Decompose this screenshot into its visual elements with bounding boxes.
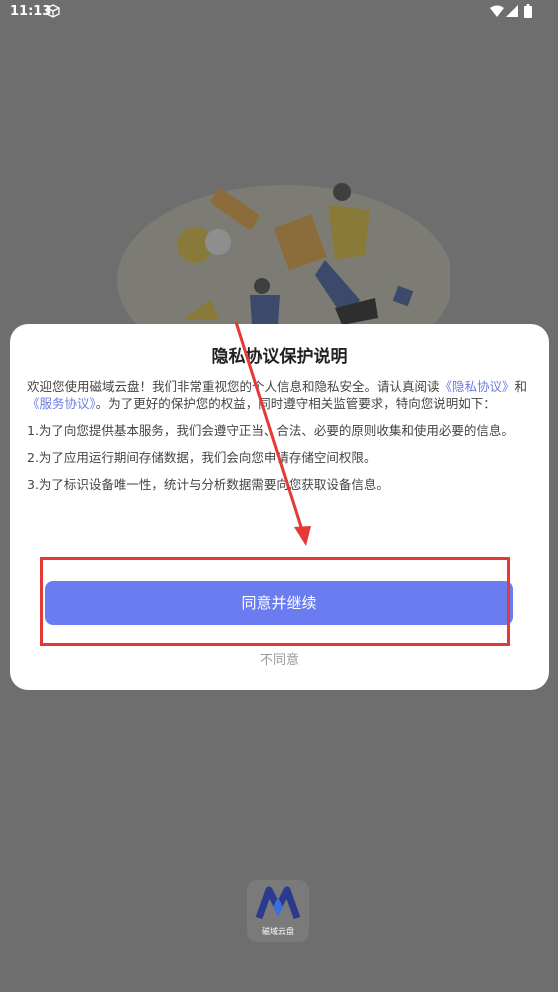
policy-item-3: 3.为了标识设备唯一性，统计与分析数据需要向您获取设备信息。 bbox=[27, 477, 389, 492]
dialog-body: 欢迎您使用磁域云盘！我们非常重视您的个人信息和隐私安全。请认真阅读《隐私协议》和… bbox=[27, 378, 535, 503]
app-logo-text: 磁域云盘 bbox=[262, 927, 294, 936]
privacy-dialog: 隐私协议保护说明 欢迎您使用磁域云盘！我们非常重视您的个人信息和隐私安全。请认真… bbox=[10, 324, 549, 690]
intro-text-1: 欢迎您使用磁域云盘！我们非常重视您的个人信息和隐私安全。请认真阅读 bbox=[27, 379, 440, 394]
wifi-icon bbox=[490, 5, 504, 17]
intro-text-2: 。为了更好的保护您的权益，同时遵守相关监管要求，特向您说明如下： bbox=[95, 396, 496, 411]
policy-item-2: 2.为了应用运行期间存储数据，我们会向您申请存储空间权限。 bbox=[27, 450, 377, 465]
status-bar: 11:13 bbox=[0, 0, 558, 24]
privacy-policy-link[interactable]: 《隐私协议》 bbox=[440, 379, 515, 394]
background-illustration bbox=[117, 183, 450, 340]
cube-icon bbox=[46, 4, 60, 18]
intro-paragraph: 欢迎您使用磁域云盘！我们非常重视您的个人信息和隐私安全。请认真阅读《隐私协议》和… bbox=[27, 378, 535, 412]
app-logo-icon bbox=[255, 886, 301, 920]
service-agreement-link[interactable]: 《服务协议》 bbox=[27, 396, 96, 411]
disagree-button[interactable]: 不同意 bbox=[10, 649, 549, 668]
intro-and: 和 bbox=[514, 379, 528, 394]
app-logo: 磁域云盘 bbox=[247, 880, 309, 942]
battery-icon bbox=[524, 4, 532, 18]
signal-icon bbox=[506, 5, 518, 17]
dialog-title: 隐私协议保护说明 bbox=[211, 347, 348, 367]
policy-item-1: 1.为了向您提供基本服务，我们会遵守正当、合法、必要的原则收集和使用必要的信息。 bbox=[27, 423, 514, 438]
agree-continue-button[interactable]: 同意并继续 bbox=[45, 581, 513, 625]
